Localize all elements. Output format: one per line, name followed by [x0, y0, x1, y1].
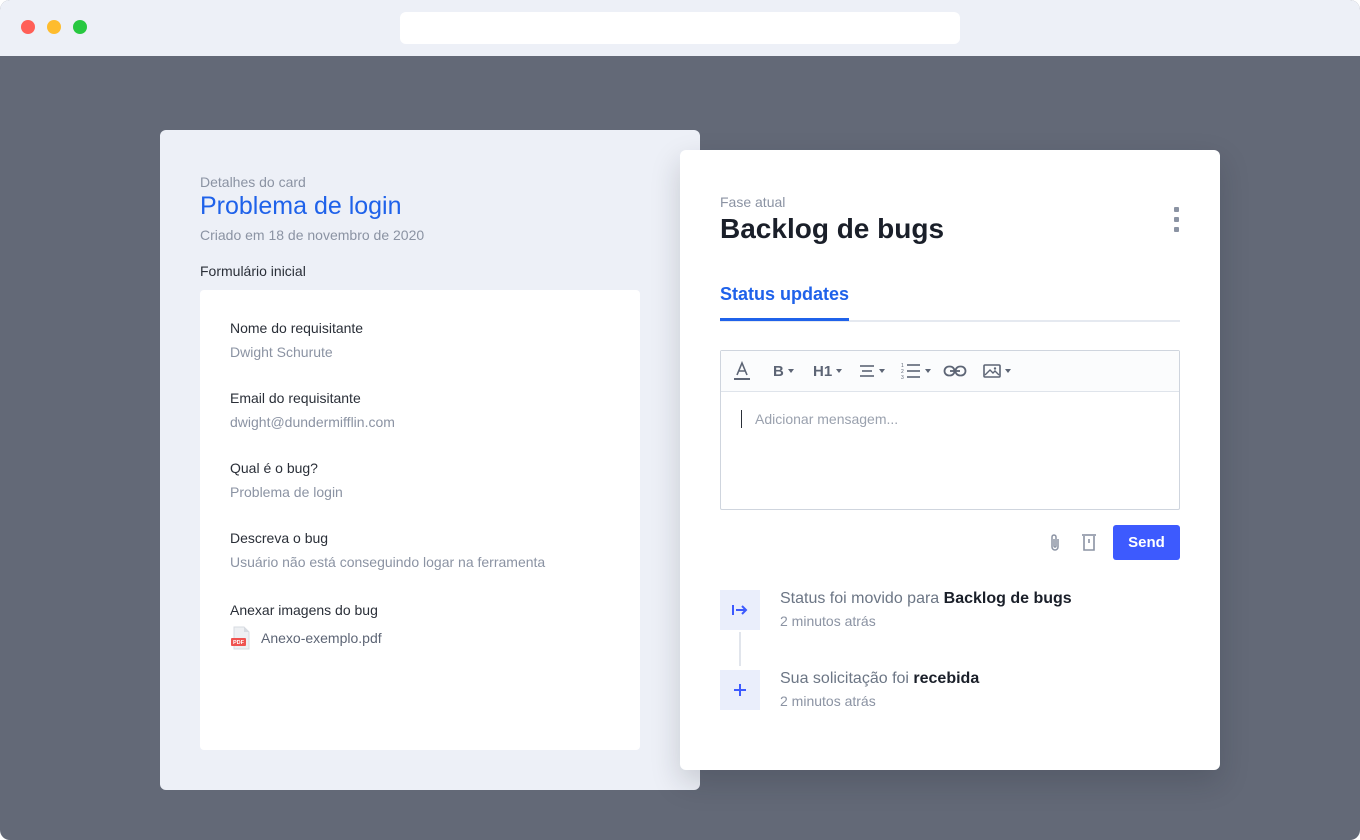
attachment-file-name: Anexo-exemplo.pdf	[261, 630, 382, 646]
field-value: dwight@dundermifflin.com	[230, 414, 395, 430]
card-title: Problema de login	[200, 192, 402, 220]
title-bar	[0, 0, 1360, 56]
align-icon	[860, 365, 874, 377]
current-phase-label: Fase atual	[720, 194, 786, 210]
card-created-date: Criado em 18 de novembro de 2020	[200, 227, 425, 243]
trash-icon	[1082, 534, 1096, 551]
ordered-list-icon: 1 2 3	[901, 363, 920, 380]
field-bug-description: Descreva o bug Usuário não está consegui…	[230, 530, 545, 570]
card-details-panel: Detalhes do card Problema de login Criad…	[160, 130, 700, 790]
link-button[interactable]	[943, 359, 967, 383]
field-label: Email do requisitante	[230, 390, 361, 406]
field-label: Qual é o bug?	[230, 460, 318, 476]
pdf-file-icon: PDF	[231, 626, 250, 650]
kebab-menu-icon[interactable]	[1170, 207, 1182, 235]
minimize-window-button[interactable]	[47, 20, 61, 34]
close-window-button[interactable]	[21, 20, 35, 34]
timeline-text-emphasis: Backlog de bugs	[943, 590, 1072, 607]
chevron-down-icon	[1005, 369, 1011, 373]
chevron-down-icon	[836, 369, 843, 373]
field-value: Dwight Schurute	[230, 344, 333, 360]
initial-form-label: Formulário inicial	[200, 263, 306, 279]
message-editor: B H1 1 2 3 Adicionar mensagem...	[720, 350, 1180, 510]
field-bug-images: Anexar imagens do bug PDF Anexo-exemplo.…	[230, 602, 382, 650]
text-cursor	[741, 410, 742, 428]
link-icon	[943, 365, 967, 377]
current-phase-title: Backlog de bugs	[720, 213, 945, 244]
tabs-bar: Status updates	[720, 280, 1180, 322]
field-label: Nome do requisitante	[230, 320, 364, 336]
attachment-link[interactable]: PDF Anexo-exemplo.pdf	[230, 626, 382, 650]
phase-panel: Fase atual Backlog de bugs Status update…	[680, 150, 1220, 770]
plus-icon	[720, 670, 760, 710]
bold-button[interactable]: B	[773, 359, 794, 383]
image-icon	[983, 364, 1001, 378]
chevron-down-icon	[879, 369, 885, 373]
address-bar[interactable]	[400, 12, 960, 44]
chevron-down-icon	[787, 369, 794, 373]
delete-button[interactable]	[1081, 532, 1097, 557]
ordered-list-button[interactable]: 1 2 3	[901, 359, 931, 383]
svg-text:3: 3	[901, 375, 904, 380]
text-color-icon	[734, 361, 750, 380]
timeline-text-emphasis: recebida	[913, 670, 980, 687]
timeline-text: Sua solicitação foi recebida	[780, 670, 979, 688]
chevron-down-icon	[925, 369, 931, 373]
timeline-text: Status foi movido para Backlog de bugs	[780, 590, 1072, 608]
field-requester-name: Nome do requisitante Dwight Schurute	[230, 320, 363, 360]
field-label: Anexar imagens do bug	[230, 602, 378, 618]
field-label: Descreva o bug	[230, 530, 329, 546]
field-bug-name: Qual é o bug? Problema de login	[230, 460, 343, 500]
editor-toolbar: B H1 1 2 3	[721, 351, 1179, 392]
pdf-icon-text: PDF	[233, 640, 245, 646]
text-color-button[interactable]	[733, 359, 751, 383]
field-value: Usuário não está conseguindo logar na fe…	[230, 554, 546, 570]
attach-button[interactable]	[1048, 533, 1062, 558]
heading-icon: H1	[813, 362, 833, 380]
timeline-text-prefix: Status foi movido para	[780, 590, 944, 607]
timeline-time: 2 minutos atrás	[780, 693, 876, 709]
move-arrow-icon	[720, 590, 760, 630]
browser-window: Detalhes do card Problema de login Criad…	[0, 0, 1360, 840]
image-button[interactable]	[983, 359, 1011, 383]
timeline-connector	[739, 632, 741, 666]
initial-form: Nome do requisitante Dwight Schurute Ema…	[200, 290, 640, 750]
heading-button[interactable]: H1	[813, 359, 843, 383]
timeline-time: 2 minutos atrás	[780, 613, 876, 629]
align-button[interactable]	[859, 359, 885, 383]
timeline-text-prefix: Sua solicitação foi	[780, 670, 914, 687]
tab-status-updates[interactable]: Status updates	[720, 284, 850, 321]
message-input[interactable]: Adicionar mensagem...	[721, 392, 1179, 509]
field-value: Problema de login	[230, 484, 343, 500]
card-details-eyebrow: Detalhes do card	[200, 174, 306, 190]
send-button[interactable]: Send	[1113, 525, 1180, 560]
bold-icon: B	[773, 362, 784, 380]
message-placeholder: Adicionar mensagem...	[755, 411, 899, 427]
maximize-window-button[interactable]	[73, 20, 87, 34]
field-requester-email: Email do requisitante dwight@dundermiffl…	[230, 390, 395, 430]
paperclip-icon	[1051, 534, 1059, 551]
